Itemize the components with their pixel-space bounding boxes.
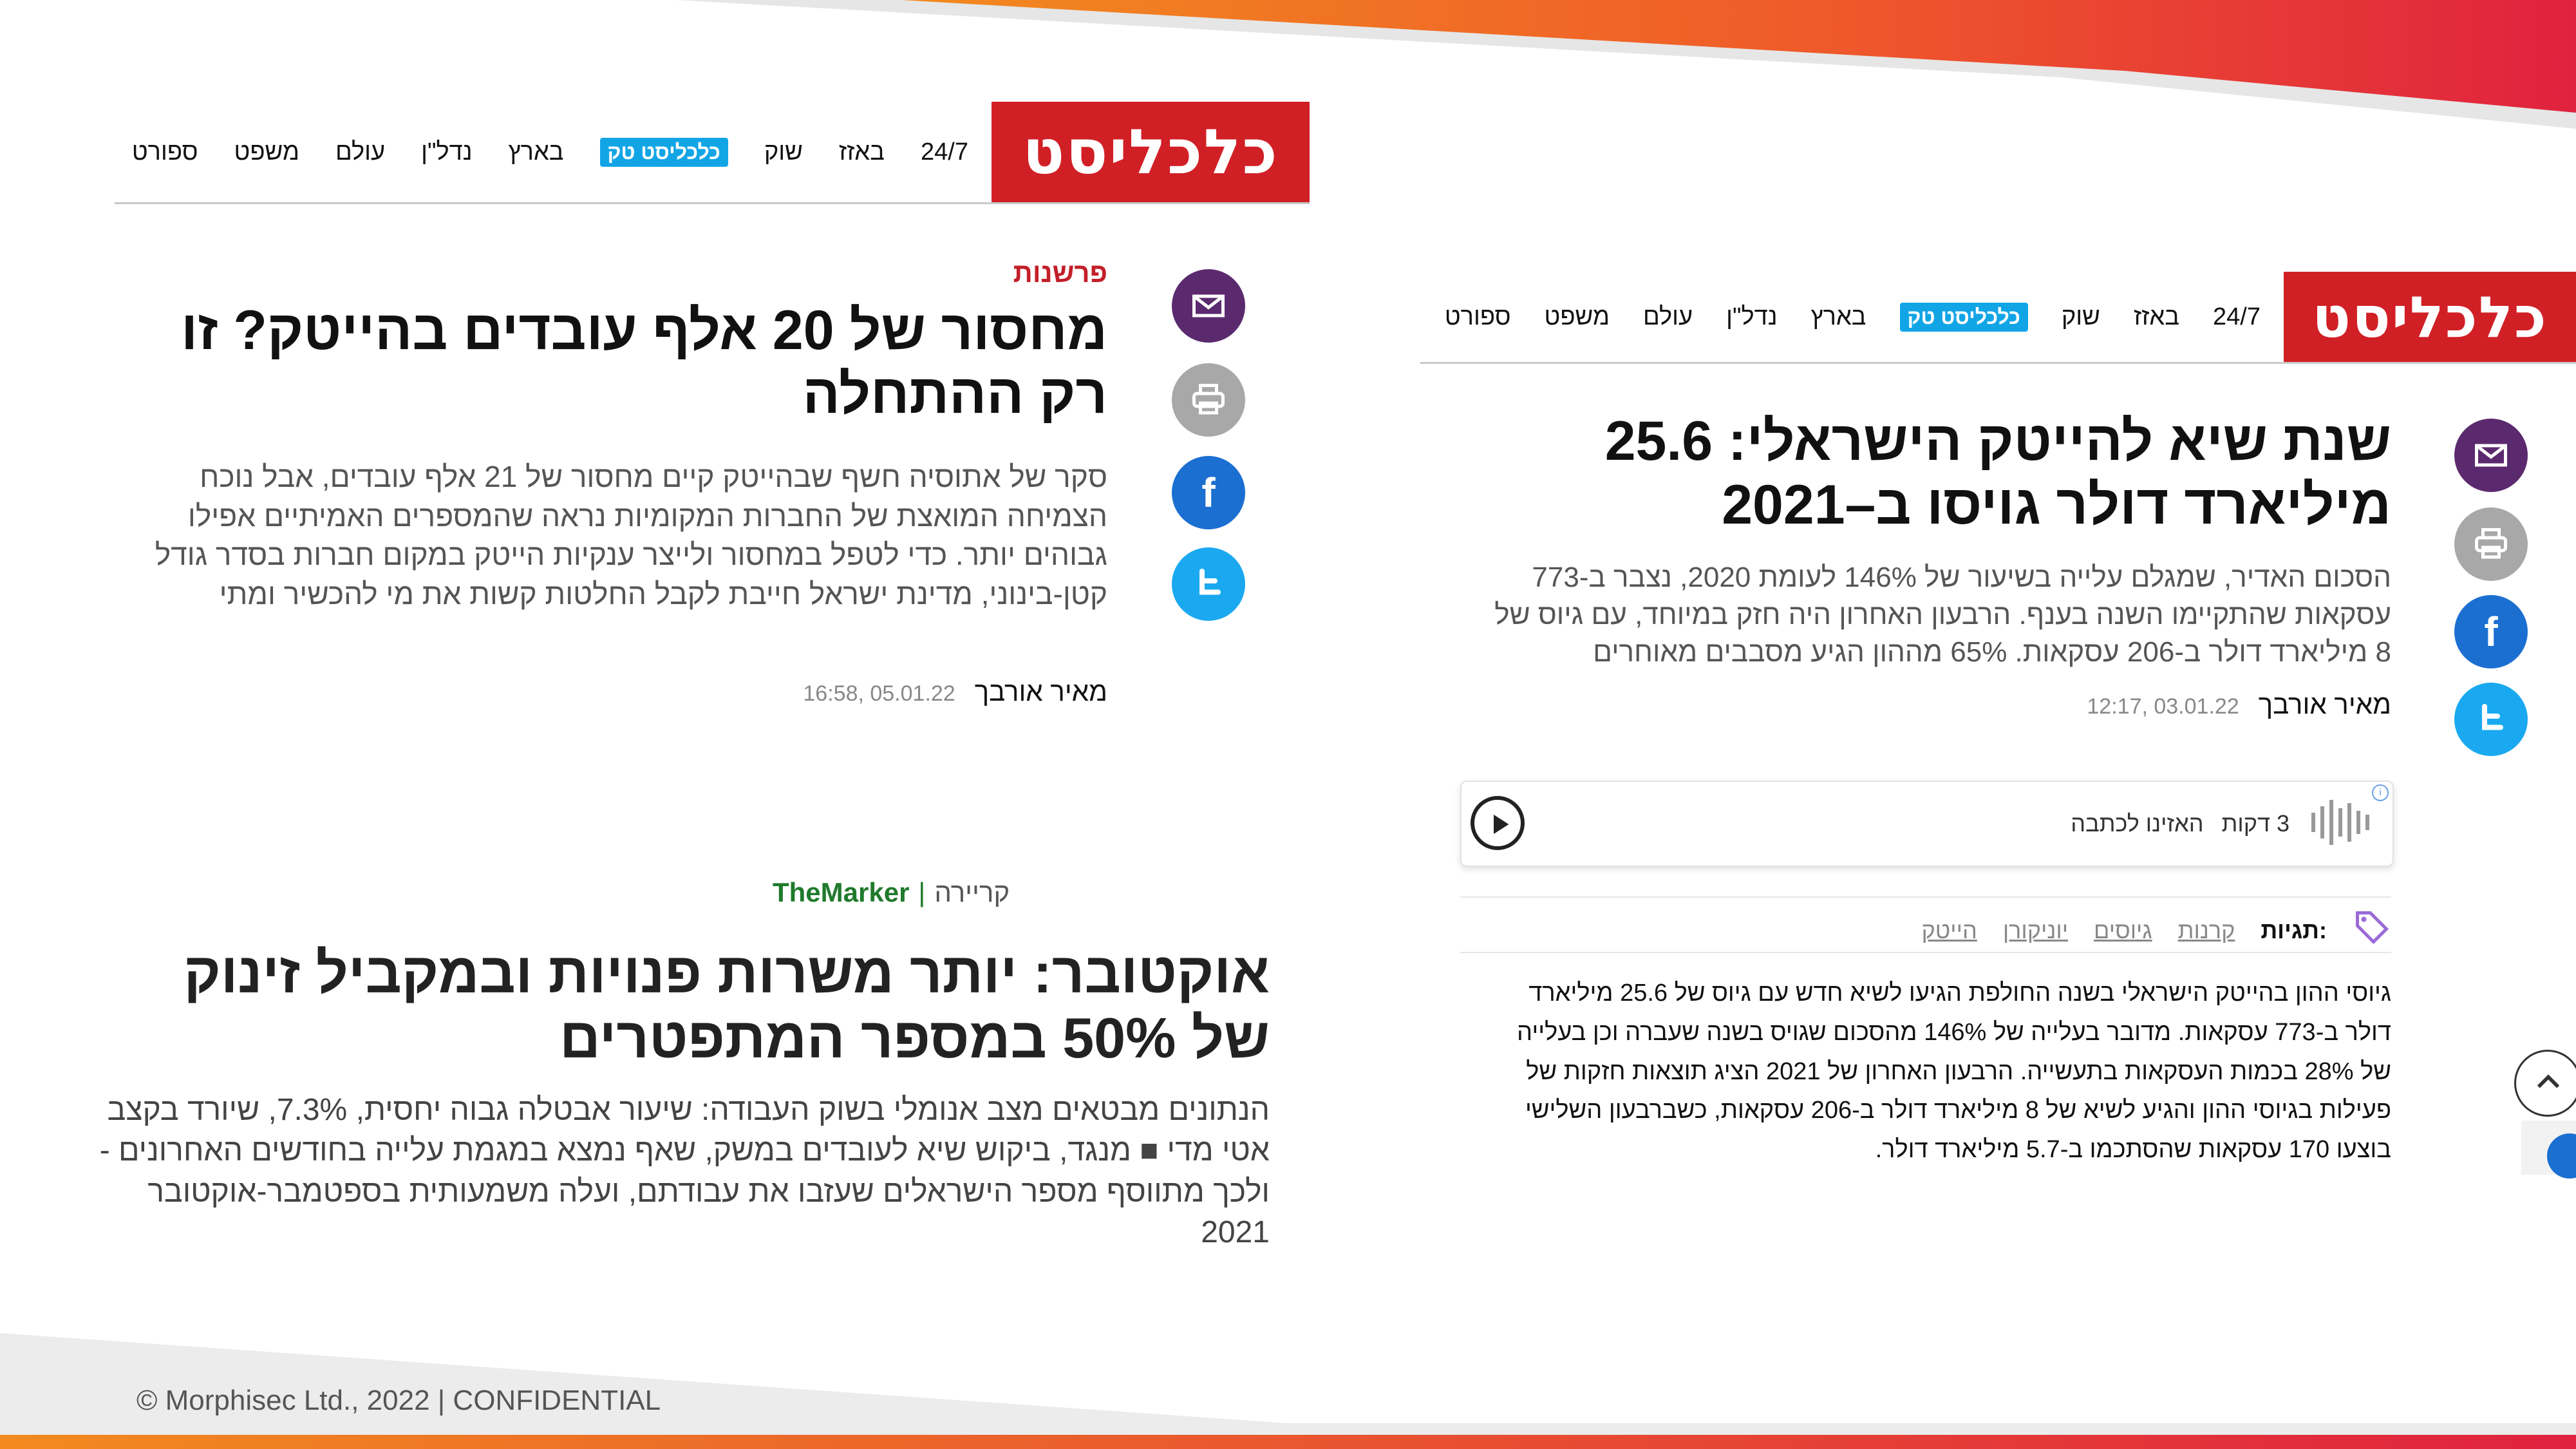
section-label[interactable]: קריירה bbox=[934, 877, 1010, 908]
email-share-icon[interactable] bbox=[2454, 419, 2528, 492]
calcalist-logo[interactable]: כלכליסט bbox=[2284, 272, 2576, 362]
calcalist-navbar-right: כלכליסט 24/7 באזז שוק כלכליסט טק בארץ נד… bbox=[1420, 272, 2576, 364]
nav-item-law[interactable]: משפט bbox=[1545, 303, 1610, 331]
nav-item-buzz[interactable]: באזז bbox=[2134, 303, 2179, 331]
audio-duration: 3 דקות bbox=[2221, 810, 2289, 837]
nav-item-24-7[interactable]: 24/7 bbox=[2213, 303, 2261, 331]
nav-item-calcalist-tech[interactable]: כלכליסט טק bbox=[1899, 302, 2028, 332]
audio-label: האזינו לכתבה bbox=[2071, 810, 2204, 837]
nav-item-market[interactable]: שוק bbox=[764, 138, 803, 166]
print-icon[interactable] bbox=[2454, 507, 2528, 581]
byline-left: מאיר אורבך 16:58, 05.01.22 bbox=[579, 676, 1107, 707]
nav-item-sport[interactable]: ספורט bbox=[132, 138, 198, 166]
tags-divider-bottom bbox=[1460, 952, 2391, 953]
print-icon[interactable] bbox=[1172, 363, 1245, 437]
nav-item-sport[interactable]: ספורט bbox=[1445, 303, 1511, 331]
nav-item-calcalist-tech[interactable]: כלכליסט טק bbox=[599, 137, 728, 167]
tag-link[interactable]: קרנות bbox=[2178, 917, 2235, 944]
nav-menu: 24/7 באזז שוק כלכליסט טק בארץ נדל"ן עולם… bbox=[132, 102, 968, 202]
facebook-share-icon[interactable]: f bbox=[2454, 595, 2528, 668]
tags-divider-top bbox=[1460, 896, 2391, 898]
nav-item-law[interactable]: משפט bbox=[234, 138, 299, 166]
byline-right: מאיר אורבך 12:17, 03.01.22 bbox=[1867, 689, 2391, 720]
scroll-to-top-button[interactable] bbox=[2514, 1050, 2576, 1117]
audio-player: i האזינו לכתבה 3 דקות bbox=[1460, 781, 2394, 867]
article-title-right[interactable]: שנת שיא להייטק הישראלי: 25.6 מיליארד דול… bbox=[1481, 410, 2391, 537]
chat-widget-icon[interactable] bbox=[2521, 1121, 2576, 1179]
separator: | bbox=[918, 877, 926, 907]
article-title-marker[interactable]: אוקטובר: יותר משרות פנויות ובמקביל זינוק… bbox=[90, 940, 1270, 1070]
nav-item-24-7[interactable]: 24/7 bbox=[921, 138, 968, 166]
article-lead-right: הסכום האדיר, שמגלם עלייה בשיעור של 146% … bbox=[1494, 562, 2391, 668]
nav-item-real-estate[interactable]: נדל"ן bbox=[421, 138, 472, 166]
nav-menu: 24/7 באזז שוק כלכליסט טק בארץ נדל"ן עולם… bbox=[1420, 272, 2261, 362]
calcalist-navbar-left: כלכליסט 24/7 באזז שוק כלכליסט טק בארץ נד… bbox=[115, 102, 1310, 204]
calcalist-logo[interactable]: כלכליסט bbox=[992, 102, 1310, 202]
email-share-icon[interactable] bbox=[1172, 269, 1245, 343]
play-button[interactable] bbox=[1471, 796, 1525, 850]
nav-item-israel[interactable]: בארץ bbox=[509, 138, 564, 166]
article-lead-marker: הנתונים מבטאים מצב אנומלי בשוק העבודה: ש… bbox=[99, 1093, 1270, 1250]
nav-item-world[interactable]: עולם bbox=[335, 138, 385, 166]
tags-label: תגיות: bbox=[2261, 916, 2327, 943]
article-kicker[interactable]: פרשנות bbox=[708, 258, 1107, 289]
article-body-right: גיוסי ההון בהייטק הישראלי בשנה החולפת הג… bbox=[1517, 980, 2391, 1164]
audio-label-row: האזינו לכתבה 3 דקות bbox=[2071, 810, 2289, 837]
themarker-logo[interactable]: TheMarker bbox=[773, 877, 909, 908]
footer-confidential: © Morphisec Ltd., 2022 | CONFIDENTIAL bbox=[136, 1385, 661, 1416]
facebook-share-icon[interactable]: f bbox=[1172, 456, 1245, 529]
themarker-header: TheMarker | קריירה bbox=[773, 877, 1270, 908]
twitter-share-icon[interactable] bbox=[1172, 547, 1245, 621]
waveform-icon bbox=[2311, 800, 2369, 845]
article-lead-left: סקר של אתוסיה חשף שבהייטק קיים מחסור של … bbox=[155, 460, 1107, 611]
publish-date: 16:58, 05.01.22 bbox=[803, 681, 955, 706]
tag-icon bbox=[2353, 908, 2391, 952]
tag-link[interactable]: גיוסים bbox=[2094, 917, 2152, 944]
publish-date: 12:17, 03.01.22 bbox=[2087, 694, 2239, 719]
twitter-share-icon[interactable] bbox=[2454, 683, 2528, 756]
nav-item-world[interactable]: עולם bbox=[1643, 303, 1693, 331]
nav-item-israel[interactable]: בארץ bbox=[1811, 303, 1866, 331]
author-name[interactable]: מאיר אורבך bbox=[975, 676, 1107, 707]
info-icon[interactable]: i bbox=[2372, 784, 2389, 801]
article-title-left[interactable]: מחסור של 20 אלף עובדים בהייטק? זו רק ההת… bbox=[148, 299, 1107, 426]
tag-link[interactable]: יוניקורן bbox=[2003, 917, 2068, 944]
nav-item-buzz[interactable]: באזז bbox=[839, 138, 885, 166]
nav-item-market[interactable]: שוק bbox=[2062, 303, 2100, 331]
tag-link[interactable]: הייטק bbox=[1922, 917, 1977, 944]
tags-row: תגיות: קרנות גיוסים יוניקורן הייטק bbox=[1460, 908, 2391, 952]
nav-item-real-estate[interactable]: נדל"ן bbox=[1726, 303, 1777, 331]
author-name[interactable]: מאיר אורבך bbox=[2259, 689, 2391, 720]
